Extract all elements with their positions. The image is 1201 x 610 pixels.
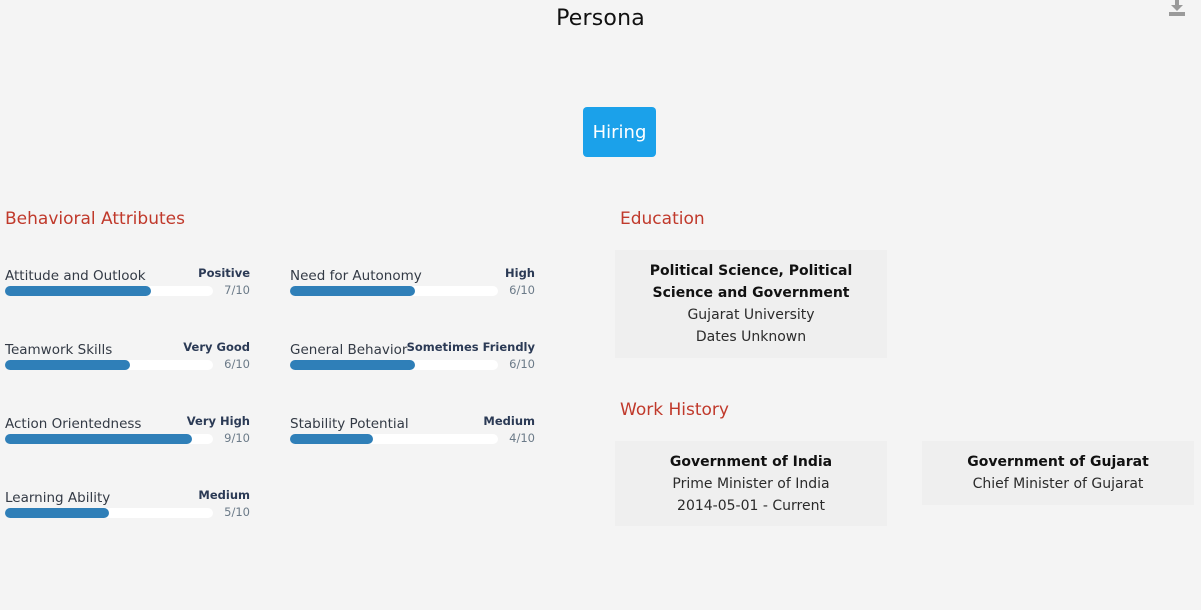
attribute-bar-fill	[290, 286, 415, 296]
attribute-attitude-and-outlook: Attitude and Outlook Positive 7/10	[5, 263, 250, 323]
behavioral-attributes-heading: Behavioral Attributes	[5, 209, 185, 229]
attribute-bar-track	[5, 286, 213, 296]
download-icon[interactable]	[1168, 0, 1186, 16]
attribute-need-for-autonomy: Need for Autonomy High 6/10	[290, 263, 535, 323]
attribute-score: 6/10	[224, 357, 250, 371]
attribute-label: General Behavior	[290, 342, 408, 358]
attribute-bar-fill	[5, 286, 151, 296]
attribute-general-behavior: General Behavior Sometimes Friendly 6/10	[290, 337, 535, 397]
attribute-bar-track	[5, 434, 213, 444]
work-history-card: Government of India Prime Minister of In…	[615, 441, 887, 526]
education-school: Gujarat University	[687, 307, 815, 323]
education-card: Political Science, Political Science and…	[615, 250, 887, 358]
attribute-label: Teamwork Skills	[5, 342, 113, 358]
work-history-heading: Work History	[620, 400, 729, 420]
work-organization: Government of India	[669, 454, 833, 470]
attribute-level: Positive	[198, 266, 250, 280]
page-title: Persona	[556, 6, 645, 31]
hiring-button[interactable]: Hiring	[583, 107, 656, 157]
education-degree: Political Science, Political Science and…	[649, 263, 853, 301]
attribute-label: Attitude and Outlook	[5, 268, 146, 284]
attribute-level: Very Good	[183, 340, 250, 354]
attribute-score: 5/10	[224, 505, 250, 519]
attribute-label: Need for Autonomy	[290, 268, 422, 284]
attribute-label: Stability Potential	[290, 416, 409, 432]
attribute-label: Action Orientedness	[5, 416, 142, 432]
attribute-bar-track	[290, 286, 498, 296]
work-role: Chief Minister of Gujarat	[972, 476, 1144, 492]
attribute-level: Medium	[483, 414, 535, 428]
attribute-level: Sometimes Friendly	[406, 340, 535, 354]
attribute-action-orientedness: Action Orientedness Very High 9/10	[5, 411, 250, 471]
work-organization: Government of Gujarat	[967, 454, 1149, 470]
work-history-card: Government of Gujarat Chief Minister of …	[922, 441, 1194, 505]
attribute-score: 7/10	[224, 283, 250, 297]
attribute-bar-fill	[290, 360, 415, 370]
attribute-bar-track	[290, 360, 498, 370]
attribute-level: Medium	[198, 488, 250, 502]
attribute-score: 4/10	[509, 431, 535, 445]
attribute-bar-fill	[5, 508, 109, 518]
attribute-learning-ability: Learning Ability Medium 5/10	[5, 485, 250, 545]
attribute-score: 9/10	[224, 431, 250, 445]
attribute-score: 6/10	[509, 357, 535, 371]
attribute-bar-fill	[290, 434, 374, 444]
attribute-bar-fill	[5, 360, 130, 370]
work-dates: 2014-05-01 - Current	[677, 498, 825, 514]
attribute-score: 6/10	[509, 283, 535, 297]
attribute-bar-track	[290, 434, 498, 444]
attribute-bar-track	[5, 360, 213, 370]
work-role: Prime Minister of India	[672, 476, 830, 492]
attribute-level: Very High	[186, 414, 250, 428]
education-dates: Dates Unknown	[695, 329, 807, 345]
attribute-level: High	[505, 266, 535, 280]
attribute-stability-potential: Stability Potential Medium 4/10	[290, 411, 535, 471]
attribute-bar-track	[5, 508, 213, 518]
attribute-teamwork-skills: Teamwork Skills Very Good 6/10	[5, 337, 250, 397]
education-heading: Education	[620, 209, 705, 229]
attribute-label: Learning Ability	[5, 490, 111, 506]
attribute-bar-fill	[5, 434, 193, 444]
